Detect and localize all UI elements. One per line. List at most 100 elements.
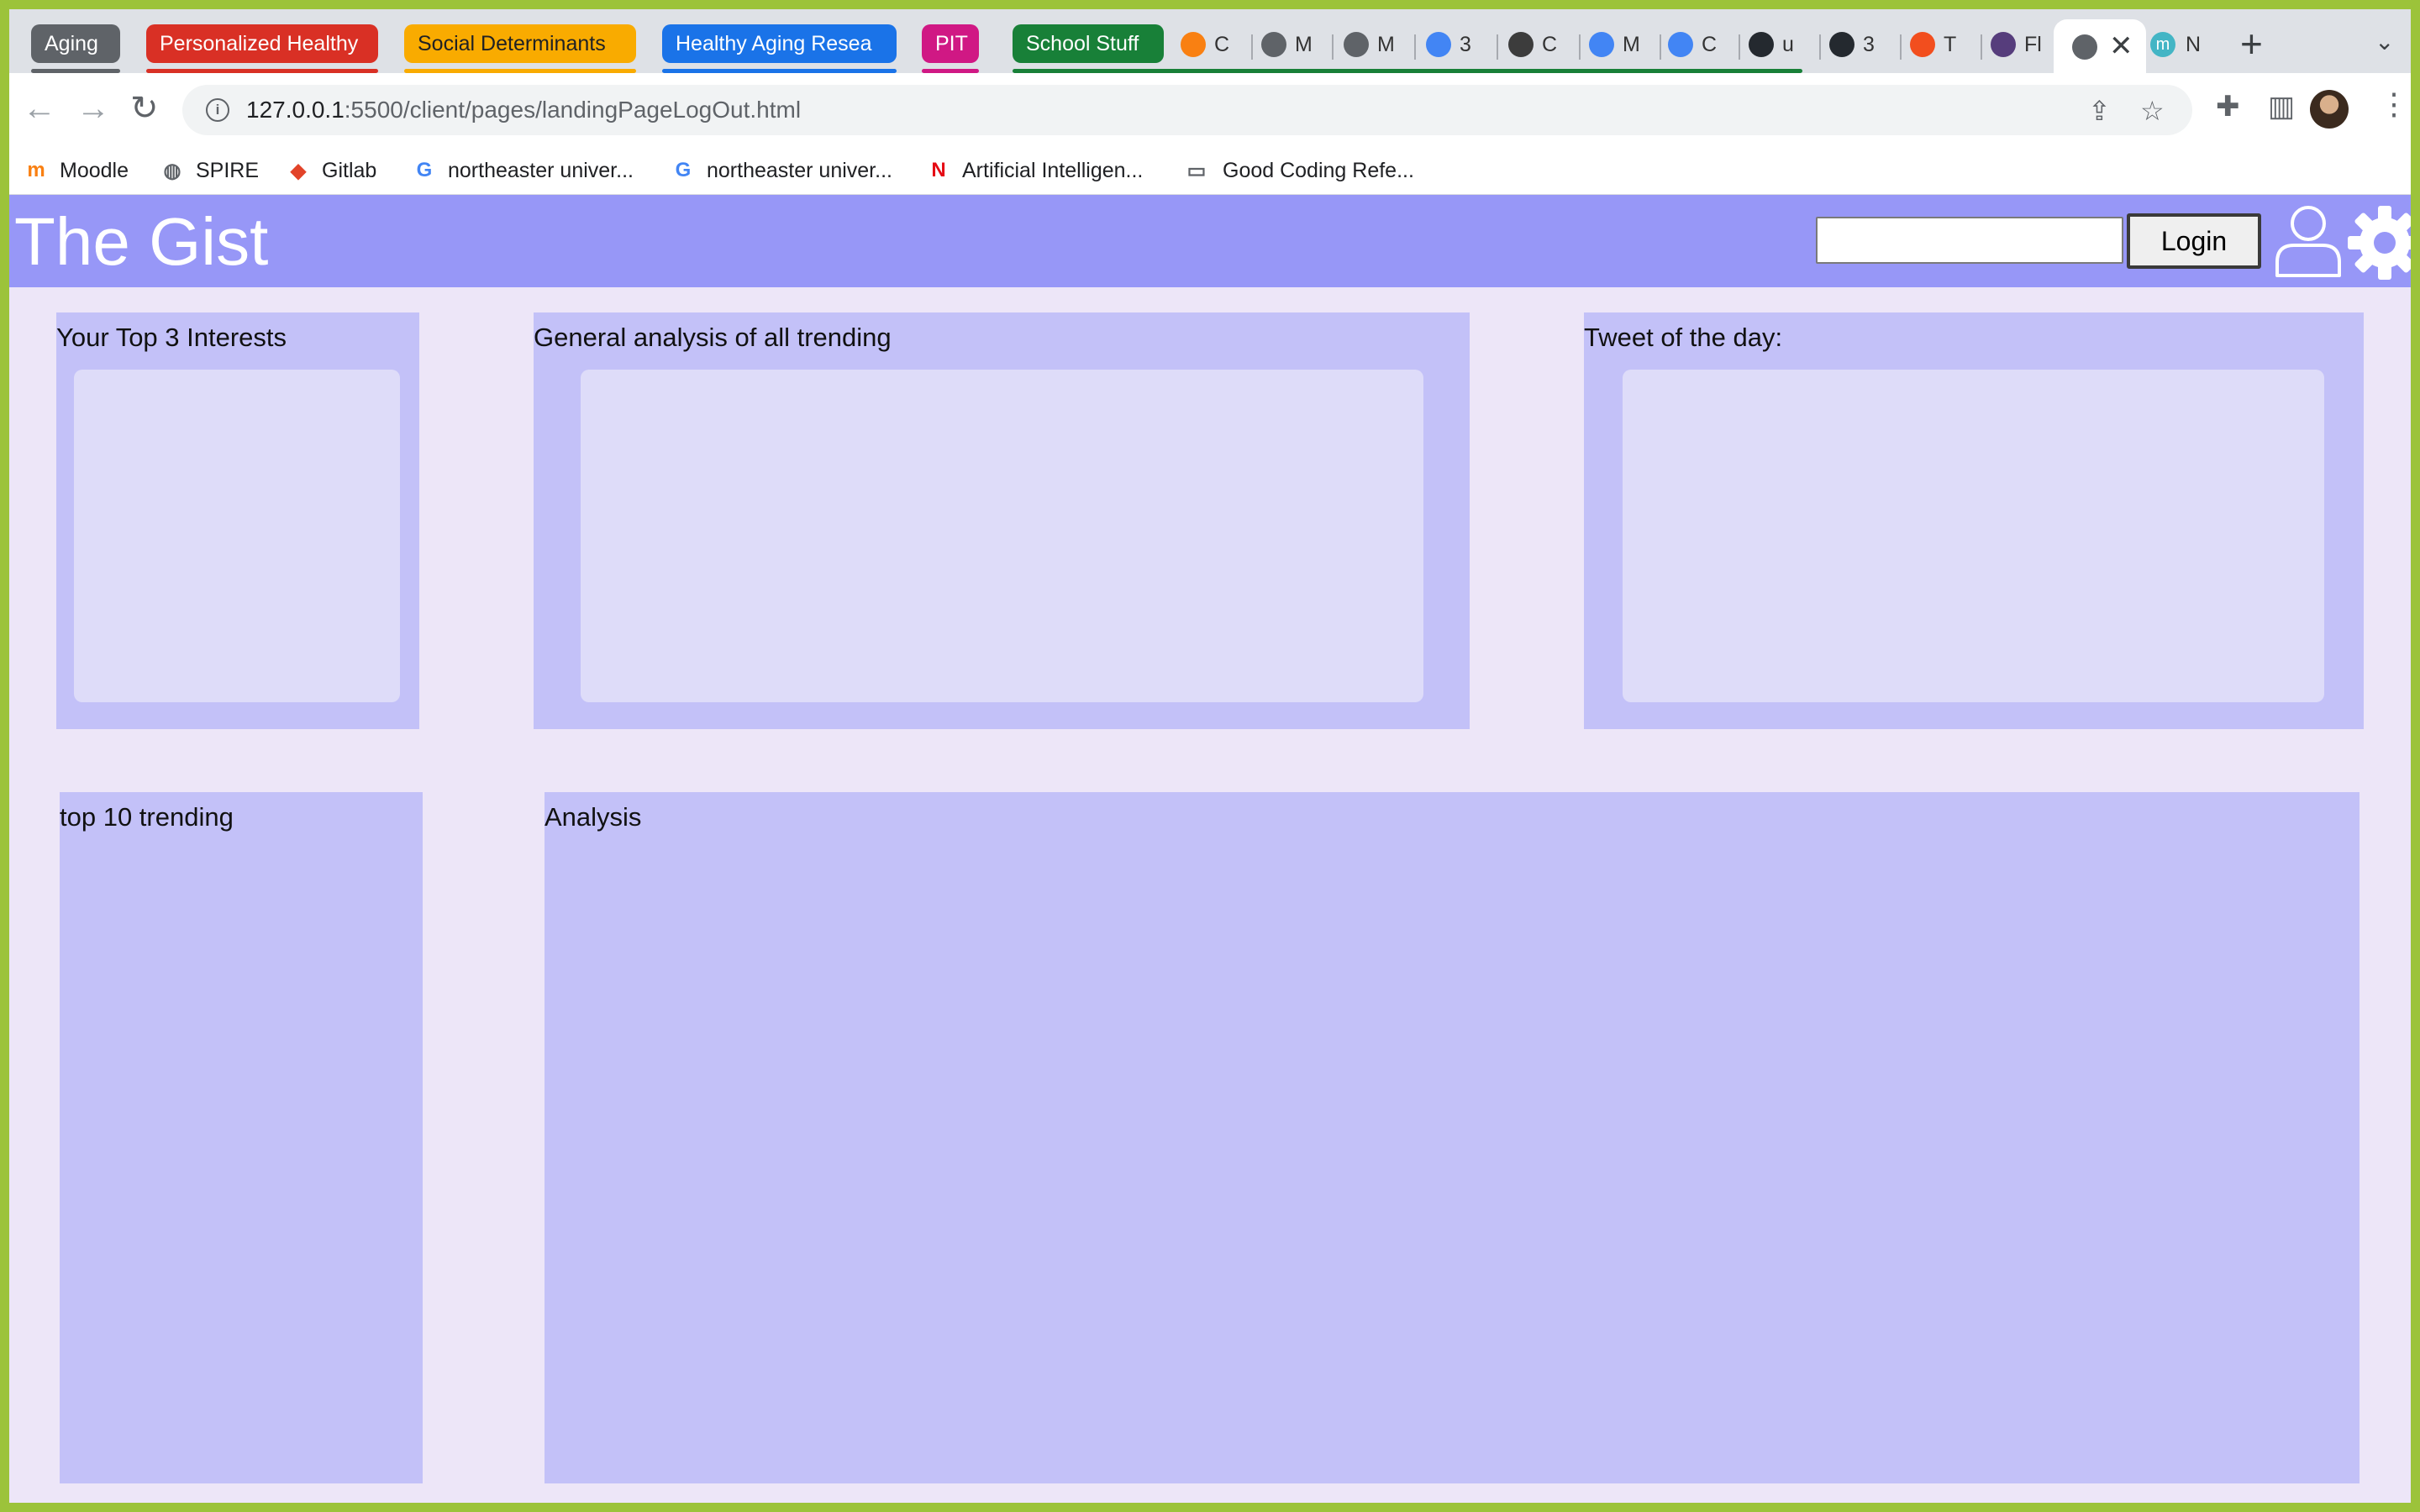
bookmark-label: Artificial Intelligen... [962,158,1144,182]
browser-tab[interactable]: C [1181,28,1243,61]
top-interests-content [74,370,400,702]
bookmark-gitlab[interactable]: ◆ Gitlab [287,154,377,187]
github-icon [1829,32,1854,57]
browser-tab[interactable]: M [1589,28,1651,61]
docs-icon [1668,32,1693,57]
figma-icon [1910,32,1935,57]
browser-tab[interactable]: u [1749,28,1811,61]
bookmark-moodle[interactable]: m Moodle [24,154,129,187]
analysis-panel: Analysis [544,792,2360,1483]
globe-icon [1344,32,1369,57]
login-button[interactable]: Login [2127,213,2261,269]
browser-toolbar: ← → ↻ i 127.0.0.1:5500/client/pages/land… [9,73,2411,147]
globe-icon [2072,34,2097,60]
tab-group-pit[interactable]: PIT [922,24,979,63]
general-analysis-panel: General analysis of all trending [534,312,1470,729]
bookmark-label: SPIRE [196,158,260,182]
tab-group-aging[interactable]: Aging [31,24,120,63]
moodle-icon [1181,32,1206,57]
tab-label: C [1542,32,1558,56]
bookmark-artificial-intelligence[interactable]: N Artificial Intelligen... [927,154,1143,187]
bookmark-northeastern-2[interactable]: G northeaster univer... [671,154,892,187]
browser-menu-icon[interactable]: ⋮ [2379,87,2409,122]
bookmark-northeastern-1[interactable]: G northeaster univer... [413,154,634,187]
settings-gear-icon[interactable] [2347,205,2411,281]
search-input[interactable] [1816,217,2123,264]
browser-tab[interactable]: Fl [1991,28,2053,61]
active-tab[interactable]: ✕ [2054,19,2146,73]
user-profile-icon[interactable] [2274,203,2343,279]
tab-strip: Aging Personalized Healthy Social Determ… [9,9,2411,73]
top-trending-panel: top 10 trending [60,792,423,1483]
tab-group-healthy-aging-research[interactable]: Healthy Aging Resea [662,24,897,63]
bookmark-label: northeaster univer... [448,158,634,182]
gitlab-icon: ◆ [290,159,307,182]
tab-label: M [1623,32,1640,56]
tab-group-school-stuff[interactable]: School Stuff [1013,24,1164,63]
tab-group-personalized-healthy[interactable]: Personalized Healthy [146,24,378,63]
browser-tab[interactable]: T [1910,28,1972,61]
tab-label: M [1377,32,1395,56]
browser-tab[interactable]: M [1344,28,1406,61]
bookmark-label: Gitlab [322,158,377,182]
site-info-icon[interactable]: i [206,98,229,122]
page-content: The Gist Login Your Top 3 Interests Gene… [9,195,2411,1503]
site-header: The Gist Login [9,195,2411,287]
bookmark-folder-good-coding[interactable]: ▭ Good Coding Refe... [1182,154,1414,187]
new-tab-button[interactable]: + [2240,21,2263,66]
bookmark-label: northeaster univer... [707,158,892,182]
top-interests-title: Your Top 3 Interests [56,323,287,352]
browser-tab[interactable]: 3 [1829,28,1891,61]
tab-separator [1414,34,1416,60]
tab-search-chevron-icon[interactable]: ⌄ [2375,28,2394,55]
bootstrap-icon [1991,32,2016,57]
bookmark-spire[interactable]: ◍ SPIRE [160,154,260,187]
bookmarks-bar: m Moodle ◍ SPIRE ◆ Gitlab G northeaster … [9,147,2411,195]
tab-separator [1900,34,1902,60]
globe-icon [1261,32,1286,57]
url-host: 127.0.0.1 [246,97,345,123]
browser-tab[interactable]: C [1508,28,1570,61]
back-button[interactable]: ← [23,88,56,129]
top-interests-panel: Your Top 3 Interests [56,312,419,729]
browser-tab[interactable]: C [1668,28,1730,61]
bookmark-label: Good Coding Refe... [1223,158,1414,182]
share-icon[interactable]: ⇪ [2088,95,2111,127]
general-analysis-content [581,370,1423,702]
tab-label: N [2186,32,2202,56]
github-icon [1749,32,1774,57]
tab-separator [1332,34,1334,60]
tab-separator [1660,34,1661,60]
tab-label: T [1944,32,1957,56]
image-icon [1508,32,1534,57]
tab-label: Fl [2024,32,2042,56]
tab-separator [1579,34,1581,60]
tab-separator [1497,34,1498,60]
reload-button[interactable]: ↻ [130,88,159,129]
folder-icon: ▭ [1186,159,1207,182]
address-bar[interactable]: i 127.0.0.1:5500/client/pages/landingPag… [182,85,2192,135]
google-icon: G [416,159,433,181]
url-text[interactable]: 127.0.0.1:5500/client/pages/landingPageL… [246,85,801,135]
tab-separator [1819,34,1821,60]
top-trending-title: top 10 trending [60,802,234,832]
tab-group-social-determinants[interactable]: Social Determinants [404,24,636,63]
side-panel-icon[interactable]: ▥ [2268,90,2295,123]
profile-avatar[interactable] [2310,90,2349,129]
forward-button[interactable]: → [76,88,110,129]
tab-separator [1739,34,1740,60]
tab-next[interactable]: m N [2150,28,2201,61]
extensions-puzzle-icon[interactable]: ✚ [2216,90,2240,123]
moodle-icon: m [27,159,45,181]
tab-label: M [1295,32,1313,56]
close-tab-icon[interactable]: ✕ [2109,29,2133,63]
browser-tab[interactable]: 3 [1426,28,1488,61]
tab-label: C [1214,32,1230,56]
bookmark-star-icon[interactable]: ☆ [2140,95,2165,127]
tweet-of-day-panel: Tweet of the day: [1584,312,2364,729]
globe-icon: ◍ [163,159,182,182]
browser-tab[interactable]: M [1261,28,1323,61]
tab-separator [1981,34,1982,60]
docs-icon [1589,32,1614,57]
site-title: The Gist [14,204,269,279]
